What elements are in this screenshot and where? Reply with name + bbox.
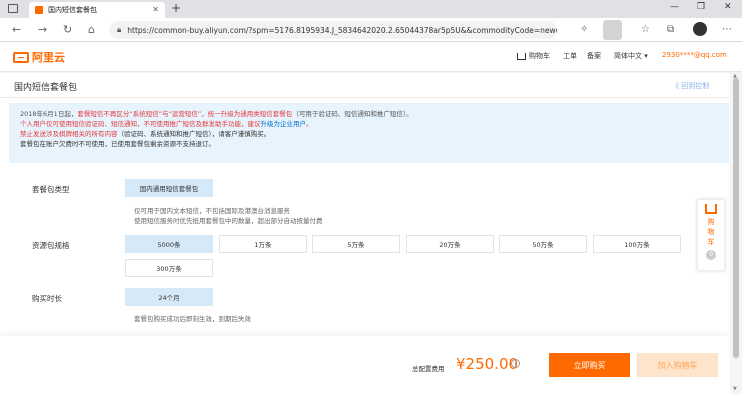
floating-cart-label: 购 [707,218,715,226]
duration-label: 购买时长 [32,294,62,303]
notice-line-1: 2018年6月1日起，套餐短信不再区分“系统短信”与“运营短信”，统一升级为通用… [20,109,718,119]
header-ticket-link[interactable]: 工单 [563,51,577,61]
notice-line-3: 禁止发送涉及棋牌相关的所有内容（验证码、系统通知和推广短信），请客户谨慎购买。 [20,129,718,139]
notice-text: 。 [306,120,313,128]
address-bar[interactable]: 🔒︎ https://common-buy.aliyun.com/?spm=51… [109,21,557,39]
page-title-bar: 国内短信套餐包 《 回到控制 [0,73,730,98]
collections-icon[interactable]: ⧉ [667,24,674,35]
url-text: https://common-buy.aliyun.com/?spm=5176.… [127,25,557,35]
page-title: 国内短信套餐包 [14,83,78,93]
favorites-icon[interactable]: ☆ [641,24,650,35]
tab-title: 国内短信套餐包 [48,6,97,14]
profile-avatar[interactable] [693,22,707,36]
header-beian-link[interactable]: 备案 [587,51,601,61]
aliyun-logo[interactable]: 阿里云 [13,49,65,65]
more-menu-icon[interactable]: ⋯ [722,24,732,35]
header-cart-label: 购物车 [529,52,550,60]
notice-line-2: 个人用户仅可使用短信验证码、短信通知，不可使用推广短信及群发助手功能，建议升级为… [20,119,718,129]
back-to-console-link[interactable]: 《 回到控制 [672,81,709,91]
notice-highlight: 禁止发送涉及棋牌相关的所有内容 [20,130,118,138]
order-form: 套餐包类型 国内通用短信套餐包 仅可用于国内文本短信，不包括国际及港澳台消息服务… [9,168,691,333]
cart-icon [705,204,717,214]
forward-arrow-icon[interactable]: → [38,23,47,36]
spec-option[interactable]: 1万条 [219,235,307,253]
duration-option[interactable]: 24个月 [125,288,213,306]
help-icon[interactable]: ? [511,359,520,368]
site-header: 阿里云 购物车 工单 备案 简体中文 ▾ 2930****@qq.com [0,42,742,72]
extension-icon[interactable]: ✧ [580,24,588,35]
browser-tab-bar: 国内短信套餐包 ✕ + — ❐ ✕ [0,0,742,18]
tab-actions-icon[interactable] [8,4,18,13]
upgrade-enterprise-link[interactable]: 升级为企业用户 [261,120,307,128]
notice-text: 个人用户仅可使用短信验证码、短信通知，不可使用推广短信及群发助手功能，建议 [20,120,261,128]
close-window-button[interactable]: ✕ [724,2,732,12]
package-type-desc-2: 使用短信服务时优先抵用套餐包中的数量，超出部分自动按量付费 [134,217,323,225]
minimize-button[interactable]: — [670,2,679,12]
refresh-icon[interactable]: ↻ [63,23,72,36]
spec-option[interactable]: 100万条 [593,235,681,253]
notice-box: 2018年6月1日起，套餐短信不再区分“系统短信”与“运营短信”，统一升级为通用… [9,103,729,163]
cart-icon [517,52,526,60]
language-select[interactable]: 简体中文 ▾ [614,51,648,61]
notice-line-4: 套餐包在账户欠费时不可使用，已使用套餐包剩余资源不支持退订。 [20,140,215,148]
purchase-bar: 总配置费用 ¥250.00 ? 立即购买 加入购物车 [0,336,730,394]
floating-cart[interactable]: 购 物 车 0 [697,199,725,271]
browser-toolbar: ← → ↻ ⌂ 🔒︎ https://common-buy.aliyun.com… [0,18,742,42]
package-type-option[interactable]: 国内通用短信套餐包 [125,179,213,197]
back-arrow-icon[interactable]: ← [12,23,21,36]
active-extension-button[interactable] [603,20,622,40]
tab-close-icon[interactable]: ✕ [152,5,159,14]
spec-option[interactable]: 5000条 [125,235,213,253]
cart-count-badge: 0 [706,250,716,260]
page-scrollbar[interactable]: ▲ ▼ [730,73,742,394]
browser-tab[interactable]: 国内短信套餐包 ✕ [29,2,165,18]
scroll-down-icon[interactable]: ▼ [733,386,737,392]
header-cart-link[interactable]: 购物车 [517,51,550,61]
maximize-button[interactable]: ❐ [697,2,705,12]
spec-option[interactable]: 20万条 [406,235,494,253]
notice-text: （验证码、系统通知和推广短信），请客户谨慎购买。 [117,130,271,138]
aliyun-logo-icon [13,51,29,63]
spec-option[interactable]: 300万条 [125,259,213,277]
spec-label: 资源包规格 [32,241,70,250]
notice-text: 2018年6月1日起， [20,110,78,118]
logo-text: 阿里云 [32,51,65,64]
notice-text: （可用于验证码、短信通知和推广短信）。 [292,110,413,118]
floating-cart-label: 物 [707,228,715,236]
user-email[interactable]: 2930****@qq.com [662,51,727,59]
spec-option[interactable]: 50万条 [499,235,587,253]
duration-desc: 套餐包购买成功后即刻生效，到期后失效 [134,315,251,323]
aliyun-favicon-icon [35,6,43,14]
scrollbar-thumb[interactable] [733,78,739,358]
add-to-cart-button[interactable]: 加入购物车 [637,353,718,377]
package-type-desc-1: 仅可用于国内文本短信，不包括国际及港澳台消息服务 [134,207,290,215]
package-type-label: 套餐包类型 [32,185,70,194]
home-icon[interactable]: ⌂ [88,23,95,36]
total-price: ¥250.00 [456,355,519,373]
floating-cart-label: 车 [707,238,715,246]
lock-icon: 🔒︎ [117,25,122,34]
total-cost-label: 总配置费用 [412,365,445,373]
notice-highlight: 套餐短信不再区分“系统短信”与“运营短信”，统一升级为通用类短信套餐包 [77,110,293,118]
buy-now-button[interactable]: 立即购买 [549,353,630,377]
new-tab-button[interactable]: + [171,1,181,15]
spec-option[interactable]: 5万条 [312,235,400,253]
